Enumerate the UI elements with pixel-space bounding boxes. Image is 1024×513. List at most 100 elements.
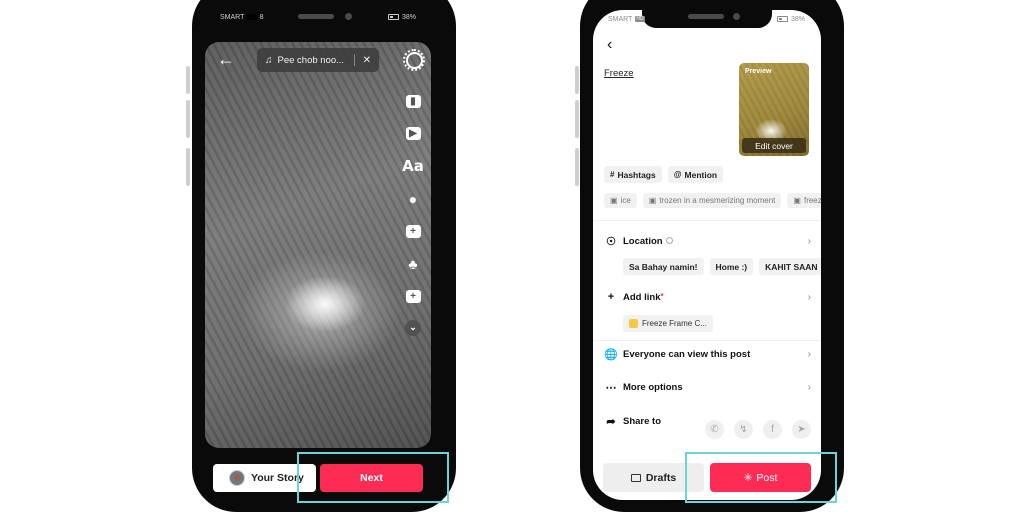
back-arrow-icon[interactable]: ← [217, 50, 235, 68]
phone-side-button [575, 100, 579, 138]
edit-toolbar: ▮ ▶ Aa ● + ♣ + ⌄ [402, 92, 424, 350]
sim-icon: HD [247, 14, 257, 20]
chevron-right-icon: › [807, 235, 811, 247]
signal-label: 8 [259, 13, 264, 21]
caption-chips: # Hashtags @ Mention [604, 166, 724, 183]
video-preview[interactable]: ← ♫ Pee chob noo... ✕ ▮ ▶ Aa ● + ♣ + ⌄ [205, 42, 431, 448]
add-clip-icon[interactable]: + [404, 287, 422, 305]
more-options-row[interactable]: ⋯ More options › [604, 378, 812, 396]
chevron-right-icon: › [807, 348, 811, 360]
suggestion-chip[interactable]: ▣ trozen in a mesmerizing moment [642, 193, 782, 208]
status-bar-right-right: 38% [777, 13, 805, 25]
hashtags-button[interactable]: # Hashtags [604, 166, 662, 183]
templates-icon[interactable]: ▮ [404, 92, 422, 110]
suggestion-label: freez [803, 196, 821, 205]
status-bar-left: SMART HD 8 [220, 11, 264, 23]
edit-cover-label: Edit cover [755, 140, 793, 151]
image-icon: ▣ [648, 196, 657, 205]
link-chip-label: Freeze Frame C... [642, 319, 707, 328]
location-tag-label: Home :) [715, 261, 748, 272]
post-screen: ‹ Freeze Preview Edit cover # Hashtags @… [593, 10, 821, 500]
effects-icon[interactable]: ● [404, 190, 422, 208]
mention-label: Mention [684, 169, 718, 180]
suggestion-chips: ▣ ice ▣ trozen in a mesmerizing moment ▣ fr… [604, 193, 821, 208]
link-thumbnail-icon [629, 319, 638, 328]
location-tag-label: Sa Bahay namin! [629, 261, 698, 272]
whatsapp-icon[interactable]: ✆ [705, 420, 724, 439]
phone-side-button [186, 148, 190, 186]
location-tags: Sa Bahay namin! Home :) KAHIT SAAN H [623, 258, 821, 275]
music-title: Pee chob noo... [277, 54, 345, 66]
mention-button[interactable]: @ Mention [667, 166, 724, 183]
drafts-label: Drafts [645, 471, 677, 484]
drafts-icon [630, 473, 641, 482]
suggestion-chip[interactable]: ▣ freez [787, 193, 821, 208]
location-tag-label: KAHIT SAAN [765, 261, 818, 272]
battery-percent: 38% [791, 15, 806, 23]
info-icon [665, 237, 673, 245]
phone-side-button [575, 66, 579, 94]
chevron-right-icon: › [807, 381, 811, 393]
tutorial-canvas: SMART HD 8 38% ← ♫ Pee chob noo... ✕ ▮ ▶… [0, 0, 1024, 513]
image-icon: ▣ [610, 196, 618, 205]
location-tag[interactable]: Sa Bahay namin! [623, 258, 704, 275]
link-chip[interactable]: Freeze Frame C... [623, 315, 713, 332]
hashtags-label: Hashtags [617, 169, 656, 180]
close-icon[interactable]: ✕ [363, 55, 371, 66]
music-note-icon: ♫ [265, 54, 273, 66]
highlight-box-next [297, 452, 449, 503]
add-effect-icon[interactable]: + [404, 222, 422, 240]
battery-percent: 38% [402, 13, 417, 21]
status-bar-right: SMART HD [608, 13, 645, 25]
at-icon: @ [673, 170, 682, 179]
suggestion-chip[interactable]: ▣ ice [604, 193, 637, 208]
separator [353, 54, 355, 66]
location-tag[interactable]: Home :) [709, 258, 754, 275]
telegram-icon[interactable]: ➤ [792, 420, 811, 439]
required-mark: * [660, 291, 664, 301]
location-label: Location [623, 235, 663, 247]
carrier-label: SMART [220, 13, 245, 21]
camera-dot [733, 13, 740, 20]
share-targets: ✆ ↯ f ➤ [705, 420, 811, 439]
speaker [298, 14, 334, 19]
location-pin-icon: ☉ [606, 235, 616, 248]
suggestion-label: ice [620, 196, 631, 205]
divider [593, 340, 821, 341]
avatar [229, 470, 245, 486]
more-options-label: More options [623, 381, 683, 393]
facebook-icon[interactable]: f [763, 420, 782, 439]
status-bar-left-right: 38% [388, 11, 416, 23]
highlight-box-post [685, 452, 837, 503]
privacy-row[interactable]: 🌐 Everyone can view this post › [604, 345, 811, 363]
location-row[interactable]: ☉ Location › [604, 232, 811, 250]
battery-icon [777, 16, 788, 22]
back-chevron-icon[interactable]: ‹ [607, 36, 612, 54]
sim-icon: HD [635, 16, 645, 22]
add-link-label: Add link [623, 291, 661, 303]
carrier-label: SMART [608, 15, 633, 23]
settings-icon[interactable] [403, 49, 425, 71]
cover-preview[interactable]: Preview Edit cover [739, 63, 809, 156]
caption-text[interactable]: Freeze [604, 68, 634, 79]
filters-icon[interactable]: ♣ [404, 255, 422, 273]
speaker [688, 14, 724, 19]
battery-icon [388, 14, 399, 20]
location-tag[interactable]: KAHIT SAAN [759, 258, 821, 275]
messenger-icon[interactable]: ↯ [734, 420, 753, 439]
chevron-right-icon: › [807, 291, 811, 303]
text-icon[interactable]: Aa [402, 157, 424, 175]
edit-cover-button[interactable]: Edit cover [742, 138, 806, 153]
your-story-label: Your Story [251, 472, 304, 484]
share-arrow-icon: ➦ [606, 415, 616, 428]
camera-dot [345, 13, 352, 20]
ellipsis-icon: ⋯ [605, 381, 617, 394]
privacy-label: Everyone can view this post [623, 348, 751, 360]
stickers-icon[interactable]: ▶ [404, 125, 422, 143]
more-chevron-icon[interactable]: ⌄ [405, 319, 421, 336]
phone-side-button [186, 66, 190, 94]
music-selector[interactable]: ♫ Pee chob noo... ✕ [257, 48, 379, 72]
add-link-row[interactable]: + Add link* › [604, 288, 811, 306]
suggestion-label: trozen in a mesmerizing moment [659, 196, 776, 205]
phone-side-button [186, 100, 190, 138]
